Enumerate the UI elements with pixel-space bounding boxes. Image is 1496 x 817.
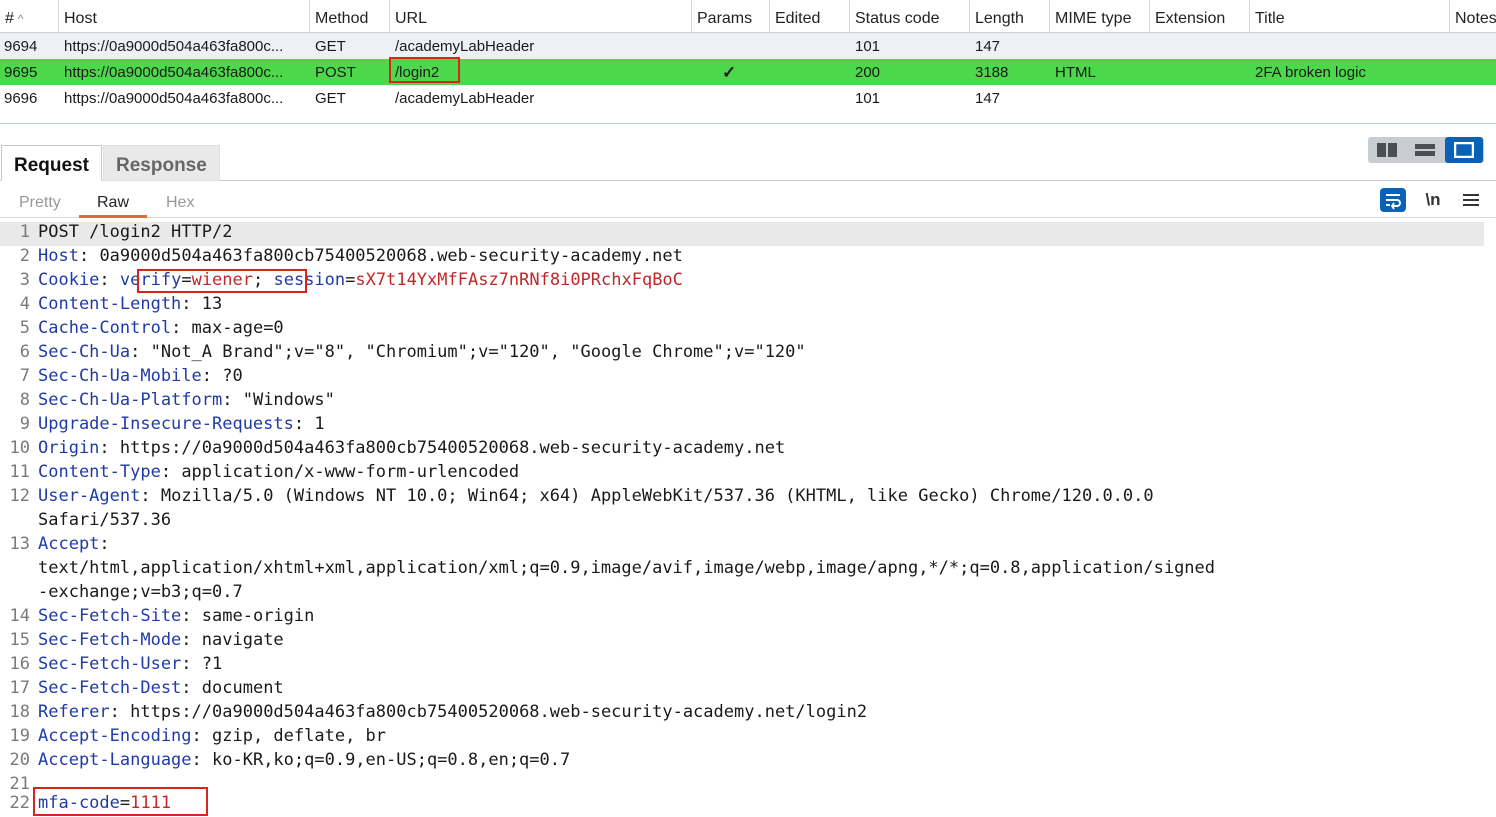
header-line: 2 Host: 0a9000d504a463fa800cb75400520068.…: [19, 246, 683, 266]
row-host: https://0a9000d504a463fa800c...: [64, 90, 284, 107]
header-line: 4 Content-Length: 13: [19, 294, 223, 314]
header-line: 6 Sec-Ch-Ua: "Not_A Brand";v="8", "Chromi…: [19, 342, 806, 362]
tab-pretty[interactable]: Pretty: [19, 186, 61, 218]
column-header-params[interactable]: Params: [692, 0, 770, 33]
row-title: 2FA broken logic: [1255, 64, 1366, 81]
single-pane-icon: [1454, 142, 1474, 158]
request-line: 1 POST /login2 HTTP/2: [0, 222, 1484, 246]
table-row[interactable]: 9694 https://0a9000d504a463fa800c... GET…: [0, 33, 1496, 59]
split-horizontal-button[interactable]: [1368, 137, 1406, 163]
params-check-icon: ✓: [722, 63, 737, 82]
header-line: 7 Sec-Ch-Ua-Mobile: ?0: [19, 366, 243, 386]
row-method: GET: [315, 90, 346, 107]
header-line: 18 Referer: https://0a9000d504a463fa800cb…: [9, 702, 868, 722]
proxy-history-table: # ^ Host Method URL Params Edited Status …: [0, 0, 1496, 124]
tab-raw[interactable]: Raw: [79, 186, 148, 218]
row-mime: HTML: [1055, 64, 1096, 81]
row-method: GET: [315, 38, 346, 55]
table-header: # ^ Host Method URL Params Edited Status …: [0, 0, 1496, 33]
header-line: 15 Sec-Fetch-Mode: navigate: [9, 630, 284, 650]
body-highlight-box: [33, 787, 208, 816]
row-number: 9695: [4, 64, 38, 81]
tab-hex[interactable]: Hex: [166, 186, 194, 218]
cookie-highlight-box: [137, 269, 307, 293]
header-line: 16 Sec-Fetch-User: ?1: [9, 654, 223, 674]
row-length: 147: [975, 90, 1001, 107]
row-url: /academyLabHeader: [395, 38, 535, 55]
column-header-method[interactable]: Method: [310, 0, 390, 33]
row-host: https://0a9000d504a463fa800c...: [64, 64, 284, 81]
header-line-continuation: -exchange;v=b3;q=0.7: [38, 582, 243, 602]
row-status: 101: [855, 38, 881, 55]
column-header-host[interactable]: Host: [59, 0, 310, 33]
column-header-status-code[interactable]: Status code: [850, 0, 970, 33]
tab-request[interactable]: Request: [1, 145, 102, 181]
menu-button[interactable]: [1458, 186, 1484, 214]
header-line: 5 Cache-Control: max-age=0: [19, 318, 284, 338]
table-row-selected[interactable]: 9695 https://0a9000d504a463fa800c... POS…: [0, 59, 1496, 85]
split-vertical-button[interactable]: [1406, 137, 1444, 163]
column-header-notes[interactable]: Notes: [1450, 0, 1496, 33]
view-mode-tabs: Pretty Raw Hex: [0, 186, 1496, 218]
body-line: 22 mfa-code=1111: [9, 793, 172, 813]
header-line: 20 Accept-Language: ko-KR,ko;q=0.9,en-US;…: [9, 750, 571, 770]
header-line: 19 Accept-Encoding: gzip, deflate, br: [9, 726, 387, 746]
header-line: 13 Accept:: [9, 534, 110, 554]
raw-request-editor[interactable]: 1 POST /login2 HTTP/2 2 Host: 0a9000d504a4…: [0, 222, 1496, 817]
column-header-mime-type[interactable]: MIME type: [1050, 0, 1150, 33]
header-line: 17 Sec-Fetch-Dest: document: [9, 678, 284, 698]
column-header-number[interactable]: # ^: [0, 0, 59, 33]
row-status: 101: [855, 90, 881, 107]
row-number: 9696: [4, 90, 38, 107]
column-header-edited[interactable]: Edited: [770, 0, 850, 33]
show-newlines-button[interactable]: \n: [1420, 186, 1446, 214]
header-line: 9 Upgrade-Insecure-Requests: 1: [19, 414, 325, 434]
header-line-continuation: Safari/537.36: [38, 510, 172, 530]
column-header-title[interactable]: Title: [1250, 0, 1450, 33]
header-line: 14 Sec-Fetch-Site: same-origin: [9, 606, 315, 626]
single-pane-button[interactable]: [1445, 137, 1483, 163]
columns-icon: [1377, 143, 1397, 157]
row-url: /academyLabHeader: [395, 90, 535, 107]
rows-icon: [1415, 144, 1435, 156]
layout-toggle-group: [1368, 137, 1484, 163]
sort-ascending-icon: ^: [17, 12, 24, 26]
row-number: 9694: [4, 38, 38, 55]
header-line: 11 Content-Type: application/x-www-form-u…: [9, 462, 520, 482]
column-header-length[interactable]: Length: [970, 0, 1050, 33]
header-line: 10 Origin: https://0a9000d504a463fa800cb7…: [9, 438, 786, 458]
row-method: POST: [315, 64, 356, 81]
column-header-url[interactable]: URL: [390, 0, 692, 33]
wrap-lines-icon: [1380, 188, 1406, 212]
row-length: 3188: [975, 64, 1009, 81]
row-status: 200: [855, 64, 881, 81]
header-line-continuation: text/html,application/xhtml+xml,applicat…: [38, 558, 1216, 578]
wrap-lines-button[interactable]: [1379, 186, 1407, 214]
column-header-extension[interactable]: Extension: [1150, 0, 1250, 33]
row-length: 147: [975, 38, 1001, 55]
header-line: 8 Sec-Ch-Ua-Platform: "Windows": [19, 390, 335, 410]
row-host: https://0a9000d504a463fa800c...: [64, 38, 284, 55]
hamburger-menu-icon: [1463, 194, 1479, 206]
tab-response[interactable]: Response: [103, 145, 220, 181]
url-highlight-box: [389, 57, 460, 83]
request-response-tabs: Response Request: [0, 145, 1496, 181]
header-line: 12 User-Agent: Mozilla/5.0 (Windows NT 10…: [9, 486, 1154, 506]
table-row[interactable]: 9696 https://0a9000d504a463fa800c... GET…: [0, 85, 1496, 111]
